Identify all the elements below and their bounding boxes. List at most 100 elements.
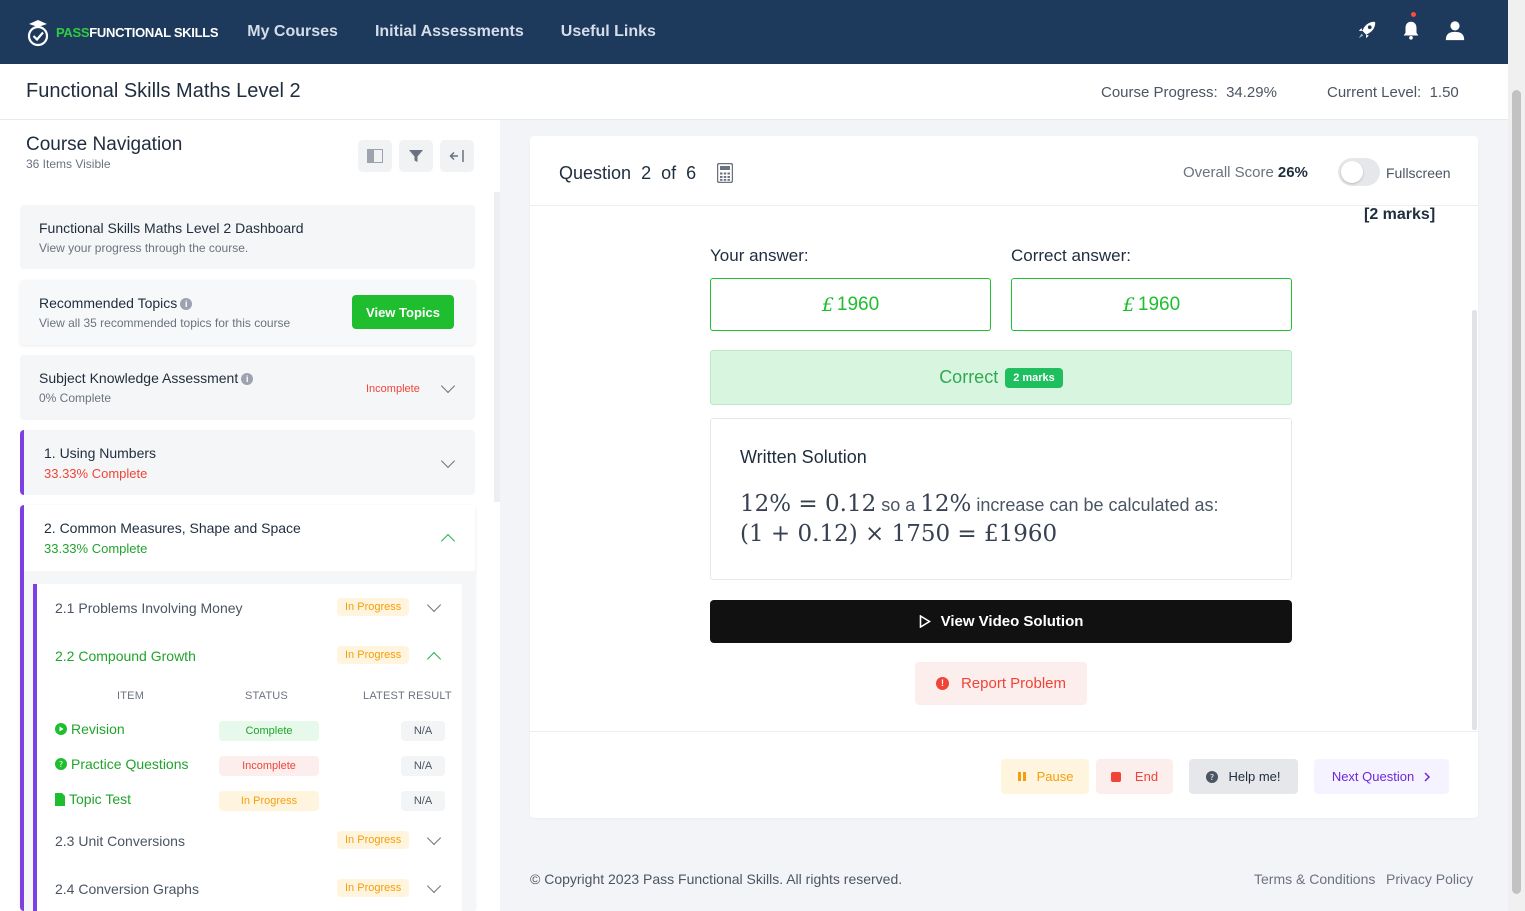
result-banner: Correct 2 marks — [710, 350, 1292, 405]
course-progress-label: Course Progress: — [1101, 84, 1218, 101]
table-row[interactable]: Topic Test In Progress N/A — [37, 783, 462, 817]
subtopic-list: 2.1 Problems Involving Money In Progress… — [33, 584, 462, 911]
item-name[interactable]: ? Practice Questions — [55, 756, 189, 772]
chevron-up-icon[interactable] — [426, 651, 442, 667]
subtopic-2-3[interactable]: 2.3 Unit Conversions In Progress — [37, 817, 462, 865]
topic-1-title: 1. Using Numbers — [44, 445, 157, 461]
sidebar-subtitle: 36 Items Visible — [26, 157, 111, 171]
question-panel: Question 2 of 6 Overall Score 26% Fullscr… — [530, 136, 1478, 818]
item-status-badge: Incomplete — [219, 756, 319, 776]
document-icon — [55, 792, 65, 806]
pause-icon — [1017, 772, 1026, 781]
privacy-link[interactable]: Privacy Policy — [1386, 871, 1473, 887]
column-header-latest-result: LATEST RESULT — [363, 690, 452, 702]
notifications-button[interactable] — [1400, 12, 1422, 42]
dashboard-card-title: Functional Skills Maths Level 2 Dashboar… — [39, 220, 304, 236]
course-progress: Course Progress: 34.29% — [1101, 84, 1277, 101]
fullscreen-toggle[interactable] — [1338, 158, 1380, 186]
chevron-down-icon[interactable] — [426, 878, 442, 894]
chevron-down-icon[interactable] — [440, 453, 456, 469]
ska-status-badge: Incomplete — [366, 383, 420, 395]
correct-answer-label: Correct answer: — [1011, 246, 1131, 265]
view-video-solution-button[interactable]: View Video Solution — [710, 600, 1292, 643]
subtopic-status-badge: In Progress — [337, 831, 410, 849]
current-level-value: 1.50 — [1429, 84, 1459, 101]
stop-icon — [1110, 771, 1121, 782]
page-scrollbar[interactable] — [1508, 0, 1525, 911]
overall-score: Overall Score 26% — [1183, 164, 1308, 181]
topic-2-header[interactable]: 2. Common Measures, Shape and Space 33.3… — [24, 505, 475, 571]
subtopic-2-2[interactable]: 2.2 Compound Growth In Progress — [37, 632, 462, 680]
info-icon[interactable]: i — [180, 298, 193, 310]
item-latest-result: N/A — [401, 756, 445, 776]
svg-text:?: ? — [59, 760, 63, 769]
topic-2-title: 2. Common Measures, Shape and Space — [44, 520, 301, 536]
written-solution: Written Solution 12% = 0.12 so a 12% inc… — [710, 418, 1292, 580]
notification-dot — [1411, 12, 1416, 17]
help-circle-icon: ? — [1206, 770, 1219, 783]
nav-my-courses[interactable]: My Courses — [247, 23, 338, 41]
user-icon[interactable] — [1444, 18, 1466, 42]
correct-answer-field: £1960 — [1011, 278, 1292, 331]
nav-initial-assessments[interactable]: Initial Assessments — [375, 23, 524, 41]
next-question-button[interactable]: Next Question — [1314, 759, 1449, 794]
dashboard-card[interactable]: Functional Skills Maths Level 2 Dashboar… — [20, 205, 475, 269]
question-header: Question 2 of 6 Overall Score 26% Fullscr… — [530, 136, 1478, 206]
topic-2-progress: 33.33% Complete — [44, 541, 148, 556]
sidebar-title: Course Navigation — [26, 134, 183, 155]
page-scrollbar-thumb[interactable] — [1512, 90, 1521, 894]
table-row[interactable]: Revision Complete N/A — [37, 713, 462, 747]
item-latest-result: N/A — [401, 721, 445, 741]
subject-knowledge-assessment-card[interactable]: Subject Knowledge Assessment i 0% Complet… — [20, 355, 475, 420]
item-name[interactable]: Topic Test — [55, 791, 131, 807]
sidebar-scrollbar[interactable] — [494, 192, 500, 502]
subtopic-2-4[interactable]: 2.4 Conversion Graphs In Progress — [37, 865, 462, 911]
subtopic-label: 2.1 Problems Involving Money — [55, 600, 243, 616]
rocket-icon[interactable] — [1356, 18, 1378, 42]
nav-useful-links[interactable]: Useful Links — [561, 23, 656, 41]
topic-1-card[interactable]: 1. Using Numbers 33.33% Complete — [20, 430, 475, 495]
sidebar-filter-button[interactable] — [399, 140, 433, 172]
recommended-topics-title: Recommended Topics i — [39, 295, 193, 311]
your-answer-field: £1960 — [710, 278, 991, 331]
marks-badge: 2 marks — [1005, 367, 1063, 388]
brand-logo[interactable]: PASSFUNCTIONAL SKILLS — [26, 17, 219, 47]
play-circle-icon — [55, 723, 67, 735]
bell-icon — [1403, 21, 1419, 40]
end-button[interactable]: End — [1096, 759, 1173, 794]
solution-line-2: (1 + 0.12) × 1750 = £1960 — [740, 521, 1058, 547]
subtopic-2-1[interactable]: 2.1 Problems Involving Money In Progress — [37, 584, 462, 632]
subtopic-status-badge: In Progress — [337, 646, 410, 664]
question-circle-icon: ? — [55, 758, 67, 770]
subtopic-status-badge: In Progress — [337, 879, 410, 897]
item-status-badge: Complete — [219, 721, 319, 741]
table-row[interactable]: ? Practice Questions Incomplete N/A — [37, 748, 462, 782]
chevron-down-icon[interactable] — [426, 830, 442, 846]
current-level: Current Level: 1.50 — [1327, 84, 1459, 101]
solution-line-1: 12% = 0.12 so a 12% increase can be calc… — [740, 491, 1219, 517]
item-name[interactable]: Revision — [55, 721, 125, 737]
report-problem-button[interactable]: ! Report Problem — [915, 662, 1087, 705]
view-topics-button[interactable]: View Topics — [352, 295, 454, 329]
course-title: Functional Skills Maths Level 2 — [26, 80, 301, 102]
column-header-item: ITEM — [117, 690, 145, 702]
dashboard-card-subtitle: View your progress through the course. — [39, 241, 249, 255]
panel-scrollbar[interactable] — [1472, 310, 1477, 730]
terms-link[interactable]: Terms & Conditions — [1254, 871, 1375, 887]
logo-text: PASSFUNCTIONAL SKILLS — [56, 24, 219, 40]
pause-button[interactable]: Pause — [1001, 759, 1089, 794]
subtopic-label: 2.3 Unit Conversions — [55, 833, 185, 849]
calculator-icon[interactable] — [717, 163, 733, 183]
top-navbar: PASSFUNCTIONAL SKILLS My Courses Initial… — [0, 0, 1508, 64]
play-icon — [919, 615, 931, 628]
sidebar-layout-button[interactable] — [358, 140, 392, 172]
chevron-up-icon[interactable] — [440, 533, 456, 549]
written-solution-title: Written Solution — [740, 447, 867, 467]
alert-icon: ! — [935, 677, 949, 690]
info-icon[interactable]: i — [241, 373, 254, 385]
help-me-button[interactable]: ? Help me! — [1189, 759, 1298, 794]
chevron-down-icon[interactable] — [440, 378, 456, 394]
chevron-down-icon[interactable] — [426, 597, 442, 613]
sidebar-collapse-button[interactable] — [440, 140, 474, 172]
topic-1-progress: 33.33% Complete — [44, 466, 148, 481]
